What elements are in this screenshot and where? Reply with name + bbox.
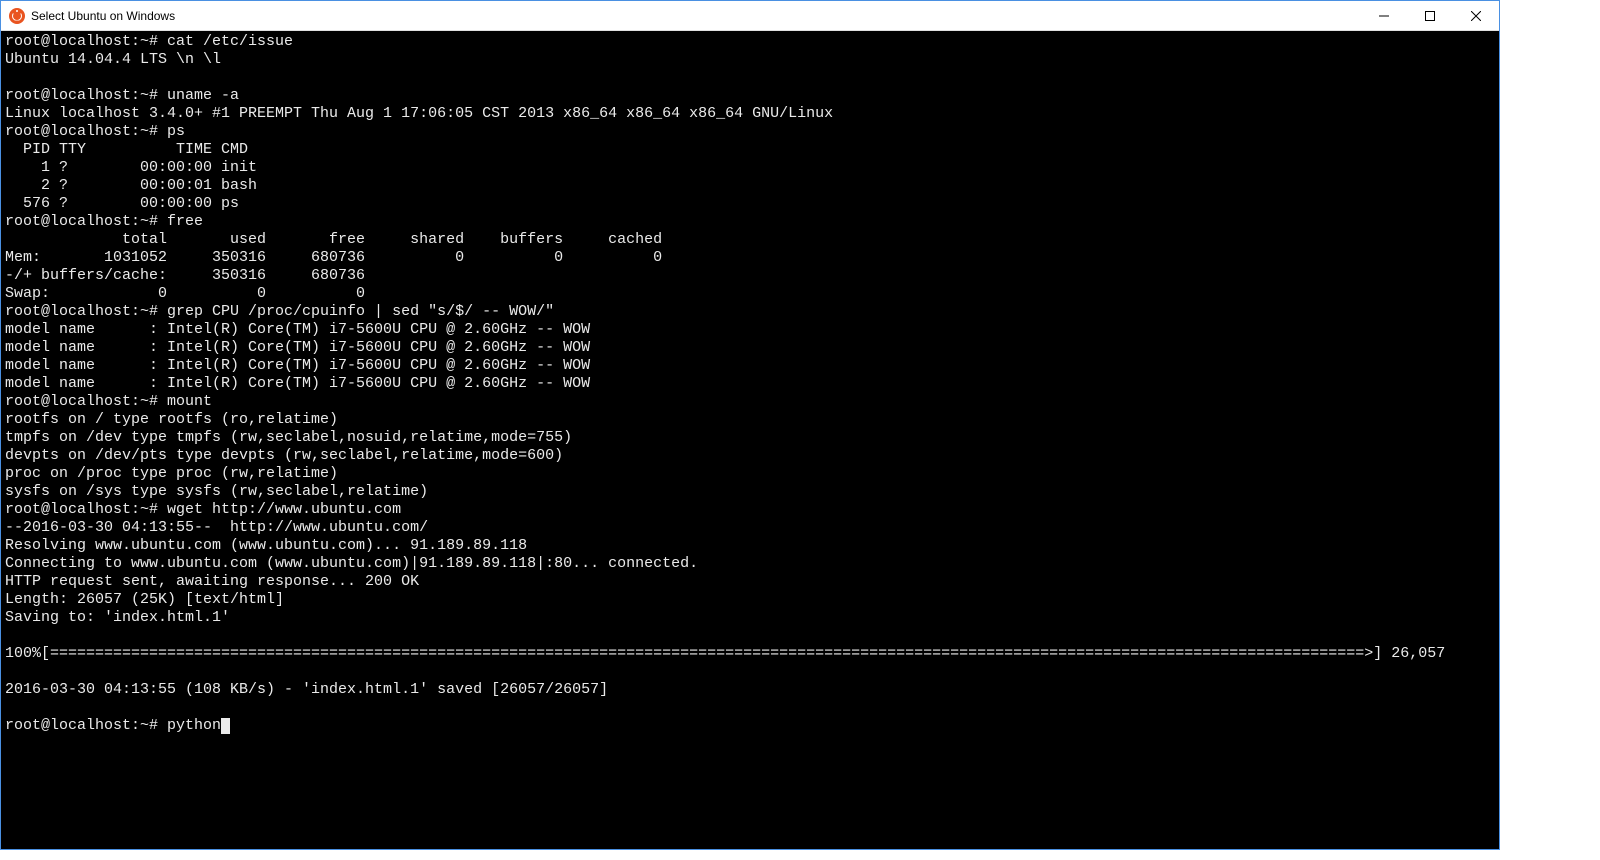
terminal-line bbox=[5, 663, 1495, 681]
terminal-line: model name : Intel(R) Core(TM) i7-5600U … bbox=[5, 339, 1495, 357]
terminal-line: Linux localhost 3.4.0+ #1 PREEMPT Thu Au… bbox=[5, 105, 1495, 123]
terminal-line: Mem: 1031052 350316 680736 0 0 0 bbox=[5, 249, 1495, 267]
application-window: Select Ubuntu on Windows root@localhost:… bbox=[0, 0, 1500, 850]
titlebar[interactable]: Select Ubuntu on Windows bbox=[1, 1, 1499, 31]
terminal-line: root@localhost:~# ps bbox=[5, 123, 1495, 141]
terminal-area[interactable]: root@localhost:~# cat /etc/issueUbuntu 1… bbox=[1, 31, 1499, 849]
terminal-line: root@localhost:~# wget http://www.ubuntu… bbox=[5, 501, 1495, 519]
terminal-line: 576 ? 00:00:00 ps bbox=[5, 195, 1495, 213]
terminal-line: model name : Intel(R) Core(TM) i7-5600U … bbox=[5, 375, 1495, 393]
terminal-line: Resolving www.ubuntu.com (www.ubuntu.com… bbox=[5, 537, 1495, 555]
cursor bbox=[221, 718, 230, 734]
terminal-line: 2016-03-30 04:13:55 (108 KB/s) - 'index.… bbox=[5, 681, 1495, 699]
terminal-line: 1 ? 00:00:00 init bbox=[5, 159, 1495, 177]
terminal-line: Swap: 0 0 0 bbox=[5, 285, 1495, 303]
terminal-line: rootfs on / type rootfs (ro,relatime) bbox=[5, 411, 1495, 429]
terminal-line: proc on /proc type proc (rw,relatime) bbox=[5, 465, 1495, 483]
ubuntu-icon bbox=[9, 8, 25, 24]
terminal-line: Length: 26057 (25K) [text/html] bbox=[5, 591, 1495, 609]
maximize-button[interactable] bbox=[1407, 1, 1453, 30]
terminal-line: Saving to: 'index.html.1' bbox=[5, 609, 1495, 627]
terminal-line: PID TTY TIME CMD bbox=[5, 141, 1495, 159]
terminal-line: root@localhost:~# uname -a bbox=[5, 87, 1495, 105]
terminal-line bbox=[5, 627, 1495, 645]
terminal-line: total used free shared buffers cached bbox=[5, 231, 1495, 249]
terminal-prompt-line[interactable]: root@localhost:~# python bbox=[5, 717, 1495, 735]
window-title: Select Ubuntu on Windows bbox=[31, 9, 175, 23]
window-controls bbox=[1361, 1, 1499, 30]
terminal-line: HTTP request sent, awaiting response... … bbox=[5, 573, 1495, 591]
terminal-line: Connecting to www.ubuntu.com (www.ubuntu… bbox=[5, 555, 1495, 573]
terminal-line: model name : Intel(R) Core(TM) i7-5600U … bbox=[5, 357, 1495, 375]
terminal-line: sysfs on /sys type sysfs (rw,seclabel,re… bbox=[5, 483, 1495, 501]
close-button[interactable] bbox=[1453, 1, 1499, 30]
terminal-line: Ubuntu 14.04.4 LTS \n \l bbox=[5, 51, 1495, 69]
terminal-line: root@localhost:~# grep CPU /proc/cpuinfo… bbox=[5, 303, 1495, 321]
prompt-input[interactable]: python bbox=[167, 717, 221, 734]
terminal-line: --2016-03-30 04:13:55-- http://www.ubunt… bbox=[5, 519, 1495, 537]
terminal-line: devpts on /dev/pts type devpts (rw,secla… bbox=[5, 447, 1495, 465]
prompt-prefix: root@localhost:~# bbox=[5, 717, 167, 734]
terminal-line: root@localhost:~# free bbox=[5, 213, 1495, 231]
terminal-line: 100%[===================================… bbox=[5, 645, 1495, 663]
minimize-button[interactable] bbox=[1361, 1, 1407, 30]
terminal-line: -/+ buffers/cache: 350316 680736 bbox=[5, 267, 1495, 285]
terminal-line bbox=[5, 69, 1495, 87]
terminal-line: model name : Intel(R) Core(TM) i7-5600U … bbox=[5, 321, 1495, 339]
close-icon bbox=[1471, 11, 1481, 21]
minimize-icon bbox=[1379, 11, 1389, 21]
terminal-line bbox=[5, 699, 1495, 717]
terminal-line: root@localhost:~# mount bbox=[5, 393, 1495, 411]
terminal-line: 2 ? 00:00:01 bash bbox=[5, 177, 1495, 195]
terminal-line: tmpfs on /dev type tmpfs (rw,seclabel,no… bbox=[5, 429, 1495, 447]
terminal-line: root@localhost:~# cat /etc/issue bbox=[5, 33, 1495, 51]
maximize-icon bbox=[1425, 11, 1435, 21]
